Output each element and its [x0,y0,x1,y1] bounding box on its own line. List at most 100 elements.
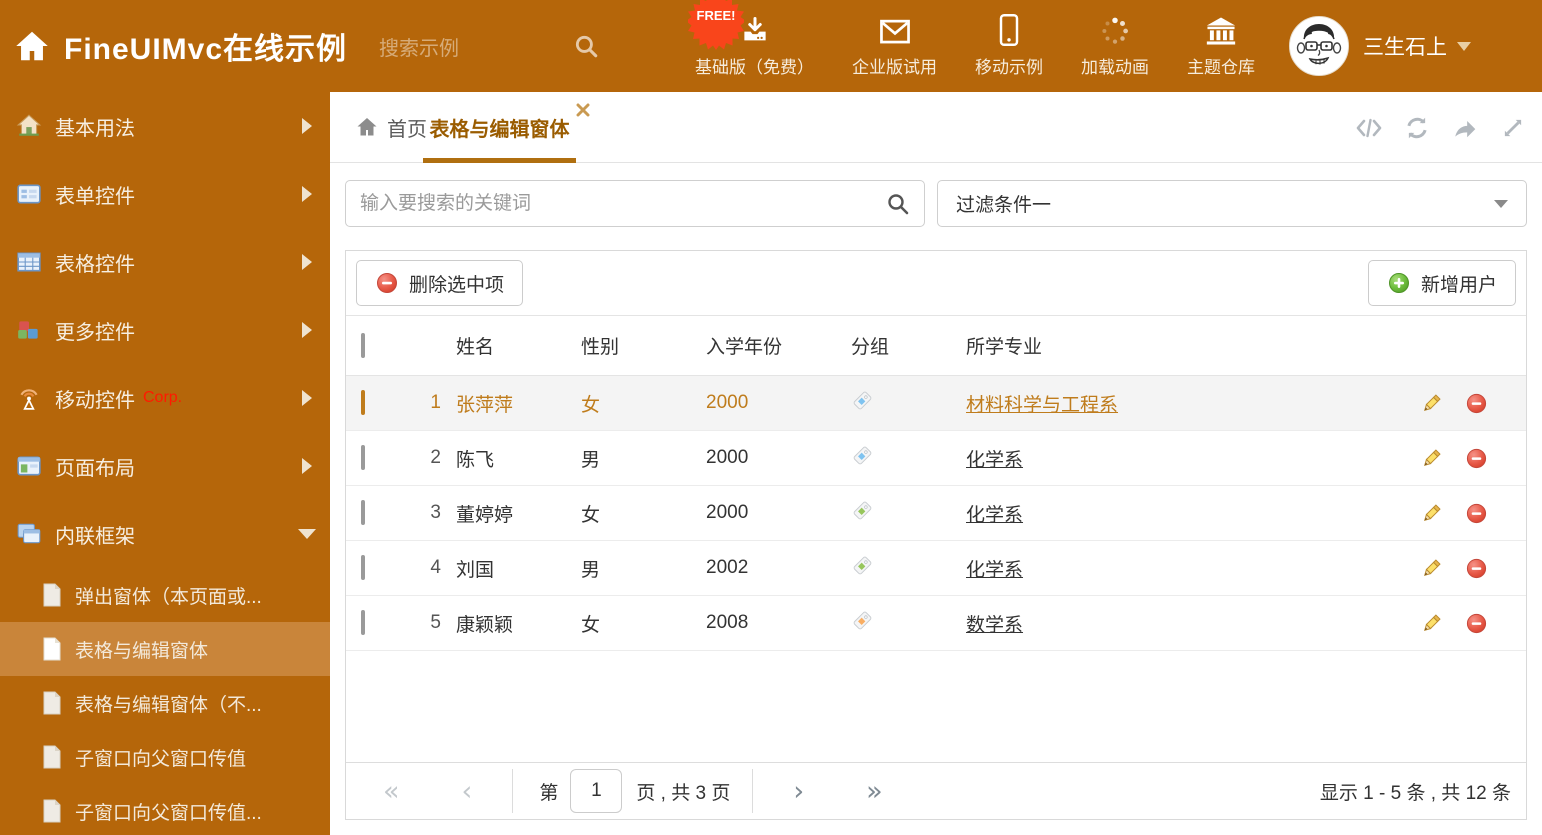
row-checkbox[interactable] [361,390,365,415]
sidebar-item-iframe[interactable]: 内联框架 [0,500,330,568]
delete-selected-button[interactable]: 删除选中项 [356,260,524,306]
page-number-input[interactable] [570,769,623,813]
app-logo[interactable]: FineUIMvc在线示例 [14,24,347,68]
tab-bar: 首页 表格与编辑窗体 [330,92,1542,163]
row-checkbox[interactable] [361,610,365,635]
row-number: 1 [430,392,441,413]
button-label: 删除选中项 [409,274,505,296]
sidebar-item-basic-usage[interactable]: 基本用法 [0,92,330,160]
divider [512,769,514,813]
user-avatar[interactable] [1289,16,1350,76]
column-header-year[interactable]: 入学年份 [691,332,836,359]
edit-pencil-icon[interactable] [1420,612,1443,635]
file-icon [43,583,61,607]
column-header-group[interactable]: 分组 [836,332,951,359]
delete-row-icon[interactable] [1465,612,1488,635]
keyword-search-box[interactable] [345,180,925,227]
sidebar-subitem-child-to-parent-2[interactable]: 子窗口向父窗口传值... [0,784,330,835]
chevron-right-icon [302,322,312,338]
tab-grid-edit-window[interactable]: 表格与编辑窗体 [423,92,589,163]
search-icon[interactable] [573,33,599,59]
refresh-icon[interactable] [1404,115,1430,141]
row-number: 3 [430,502,441,523]
user-menu-caret-icon[interactable] [1457,41,1472,51]
column-header-name[interactable]: 姓名 [441,332,566,359]
sidebar-subitem-label: 子窗口向父窗口传值 [75,748,247,770]
delete-row-icon[interactable] [1465,392,1488,415]
home-icon [357,118,377,136]
add-user-button[interactable]: 新增用户 [1367,260,1516,306]
row-checkbox[interactable] [361,500,365,525]
last-page-button[interactable]: » [866,778,883,805]
corp-badge: Corp. [143,389,183,406]
source-code-icon[interactable] [1356,115,1382,141]
column-header-gender[interactable]: 性别 [566,332,691,359]
table-row[interactable]: 5 康颖颖 女 2008 数学系 [346,596,1526,651]
sidebar-subitem-popup-window[interactable]: 弹出窗体（本页面或... [0,568,330,622]
table-row[interactable]: 4 刘国 男 2002 化学系 [346,541,1526,596]
username[interactable]: 三生石上 [1363,31,1447,61]
open-new-window-icon[interactable] [1452,115,1478,141]
major-link[interactable]: 数学系 [966,615,1023,636]
pagination-bar: « ‹ 第 页 , 共 3 页 › » 显示 1 - 5 条 , 共 12 条 [346,762,1526,819]
filter-dropdown[interactable]: 过滤条件一 [937,180,1527,227]
filter-dropdown-value: 过滤条件一 [956,195,1052,216]
search-icon[interactable] [886,192,910,216]
sidebar-subitem-grid-edit-window-no[interactable]: 表格与编辑窗体（不... [0,676,330,730]
first-page-button[interactable]: « [383,778,400,805]
active-tab-underline [423,158,576,163]
layout-icon [17,456,41,476]
delete-row-icon[interactable] [1465,557,1488,580]
cell-year: 2002 [706,557,749,578]
row-number: 5 [430,612,441,633]
sidebar-item-page-layout[interactable]: 页面布局 [0,432,330,500]
major-link[interactable]: 化学系 [966,560,1023,581]
grid-panel: 删除选中项 新增用户 姓名 性别 入学年份 分组 所学专业 1 张萍萍 女 20… [345,250,1527,820]
file-icon [43,637,61,661]
table-row[interactable]: 2 陈飞 男 2000 化学系 [346,431,1526,486]
column-header-major[interactable]: 所学专业 [951,332,1401,359]
cell-name: 陈飞 [456,449,495,471]
page-suffix: 页 , 共 3 页 [636,782,731,804]
prev-page-button[interactable]: ‹ [462,778,473,805]
major-link[interactable]: 化学系 [966,505,1023,526]
free-badge: FREE! [688,0,744,50]
table-row[interactable]: 1 张萍萍 女 2000 材料科学与工程系 [346,376,1526,431]
sidebar-subitem-grid-edit-window[interactable]: 表格与编辑窗体 [0,622,330,676]
sidebar-item-mobile-controls[interactable]: 移动控件 Corp. [0,364,330,432]
nav-enterprise-trial[interactable]: 企业版试用 [852,14,937,78]
table-row[interactable]: 3 董婷婷 女 2000 化学系 [346,486,1526,541]
expand-icon[interactable] [1500,115,1526,141]
edit-pencil-icon[interactable] [1420,502,1443,525]
sidebar-subitem-label: 弹出窗体（本页面或... [75,586,262,608]
keyword-search-input[interactable] [360,192,886,215]
edit-pencil-icon[interactable] [1420,392,1443,415]
cell-name: 董婷婷 [456,504,514,526]
cell-gender: 男 [581,559,601,581]
major-link[interactable]: 化学系 [966,450,1023,471]
sidebar-item-grid-controls[interactable]: 表格控件 [0,228,330,296]
app-header: FineUIMvc在线示例 搜索示例 FREE! 基础版（免费） 企业版试用 移… [0,0,1542,92]
delete-row-icon[interactable] [1465,447,1488,470]
edit-pencil-icon[interactable] [1420,557,1443,580]
sidebar-item-label: 移动控件 [55,389,135,412]
next-page-button[interactable]: › [793,778,804,805]
sidebar-item-label: 页面布局 [55,457,135,480]
header-search[interactable]: 搜索示例 [379,32,599,61]
tab-home[interactable]: 首页 [355,113,427,142]
nav-mobile-demo[interactable]: 移动示例 [975,14,1043,78]
cell-name: 张萍萍 [456,394,514,416]
row-checkbox[interactable] [361,445,365,470]
sidebar-item-more-controls[interactable]: 更多控件 [0,296,330,364]
close-icon[interactable] [576,103,590,117]
delete-row-icon[interactable] [1465,502,1488,525]
sidebar-subitem-child-to-parent[interactable]: 子窗口向父窗口传值 [0,730,330,784]
select-all-checkbox[interactable] [361,332,365,358]
nav-loading-animation[interactable]: 加载动画 [1081,14,1149,78]
nav-theme-repo[interactable]: 主题仓库 [1187,14,1255,78]
row-checkbox[interactable] [361,555,365,580]
edit-pencil-icon[interactable] [1420,447,1443,470]
plus-circle-icon [1388,273,1409,293]
major-link[interactable]: 材料科学与工程系 [966,395,1118,416]
sidebar-item-form-controls[interactable]: 表单控件 [0,160,330,228]
